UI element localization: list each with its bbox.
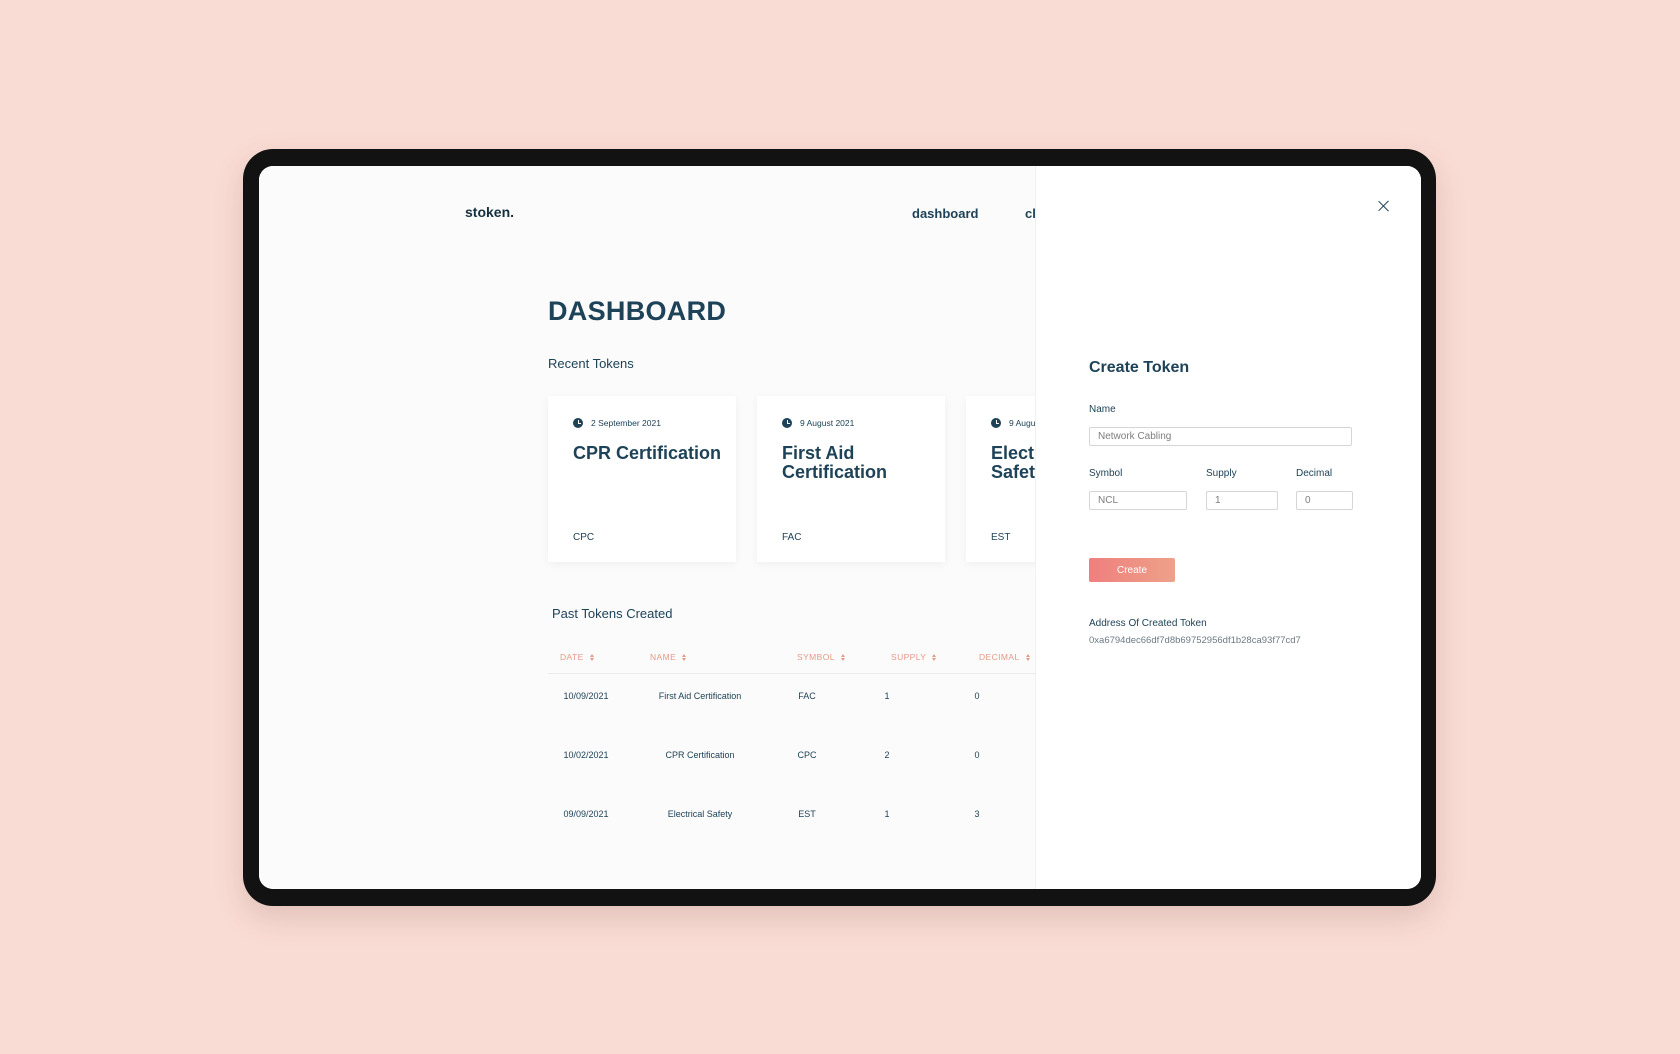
column-header-decimal[interactable]: DECIMAL: [979, 652, 1030, 662]
close-icon[interactable]: [1377, 199, 1391, 213]
cell-supply: 1: [884, 809, 890, 819]
symbol-label: Symbol: [1089, 468, 1123, 479]
dashboard-area: stoken. dashboard ch DASHBOARD Recent To…: [259, 166, 1035, 889]
cell-name: CPR Certification: [665, 750, 735, 760]
cell-decimal: 3: [974, 809, 980, 819]
past-tokens-title: Past Tokens Created: [552, 606, 673, 621]
nav-item-second[interactable]: ch: [1025, 206, 1035, 221]
card-date-row: 2 September 2021: [573, 418, 661, 428]
cell-name: Electrical Safety: [667, 809, 733, 819]
table-header: DATE NAME SYMBOL SUPPLY DECIMAL: [548, 652, 1035, 674]
sort-icon[interactable]: [589, 653, 594, 661]
create-token-panel: Create Token Name Symbol Supply Decimal …: [1035, 166, 1421, 889]
cell-date: 09/09/2021: [563, 809, 609, 819]
token-card[interactable]: 2 September 2021 CPR Certification CPC: [548, 396, 736, 562]
column-header-name[interactable]: NAME: [650, 652, 687, 662]
card-symbol: CPC: [573, 532, 595, 543]
cell-name: First Aid Certification: [658, 691, 742, 701]
symbol-input[interactable]: [1089, 491, 1187, 510]
cell-supply: 2: [884, 750, 890, 760]
cell-supply: 1: [884, 691, 890, 701]
cell-decimal: 0: [974, 691, 980, 701]
decimal-input[interactable]: [1296, 491, 1353, 510]
cell-symbol: FAC: [798, 691, 816, 701]
card-symbol: EST: [991, 532, 1011, 543]
app-screen: stoken. dashboard ch DASHBOARD Recent To…: [259, 166, 1421, 889]
brand-logo[interactable]: stoken.: [465, 204, 514, 220]
address-label: Address Of Created Token: [1089, 618, 1207, 629]
sort-icon[interactable]: [1025, 653, 1030, 661]
sort-icon[interactable]: [682, 653, 687, 661]
sort-icon[interactable]: [932, 653, 937, 661]
token-card[interactable]: 9 August 2021 First Aid Certification FA…: [757, 396, 945, 562]
cell-symbol: CPC: [797, 750, 817, 760]
panel-title: Create Token: [1089, 359, 1190, 376]
card-date: 9 Augu: [1009, 418, 1035, 428]
card-symbol: FAC: [782, 532, 802, 543]
token-card[interactable]: 9 Augu Elect Safet EST: [966, 396, 1035, 562]
name-label: Name: [1089, 404, 1116, 415]
decimal-label: Decimal: [1296, 468, 1333, 479]
column-header-date[interactable]: DATE: [560, 652, 594, 662]
card-name: Elect Safet: [991, 443, 1035, 482]
name-input[interactable]: [1089, 427, 1352, 446]
card-date-row: 9 Augu: [991, 418, 1035, 428]
clock-icon: [573, 418, 583, 428]
cell-symbol: EST: [798, 809, 816, 819]
card-date-row: 9 August 2021: [782, 418, 854, 428]
card-date: 2 September 2021: [591, 418, 661, 428]
create-button[interactable]: Create: [1089, 558, 1175, 582]
cell-date: 10/09/2021: [563, 691, 609, 701]
page-title: DASHBOARD: [548, 296, 727, 326]
column-header-supply[interactable]: SUPPLY: [891, 652, 937, 662]
card-date: 9 August 2021: [800, 418, 855, 428]
supply-input[interactable]: [1206, 491, 1278, 510]
address-value[interactable]: 0xa6794dec66df7d8b69752956df1b28ca93f77c…: [1089, 635, 1301, 646]
nav-dashboard[interactable]: dashboard: [912, 206, 978, 221]
column-header-symbol[interactable]: SYMBOL: [797, 652, 845, 662]
supply-label: Supply: [1206, 468, 1237, 479]
cell-decimal: 0: [974, 750, 980, 760]
cell-date: 10/02/2021: [563, 750, 609, 760]
clock-icon: [991, 418, 1001, 428]
recent-tokens-title: Recent Tokens: [548, 356, 634, 371]
sort-icon[interactable]: [840, 653, 845, 661]
card-name: First Aid Certification: [782, 443, 888, 482]
clock-icon: [782, 418, 792, 428]
card-name: CPR Certification: [573, 443, 722, 463]
